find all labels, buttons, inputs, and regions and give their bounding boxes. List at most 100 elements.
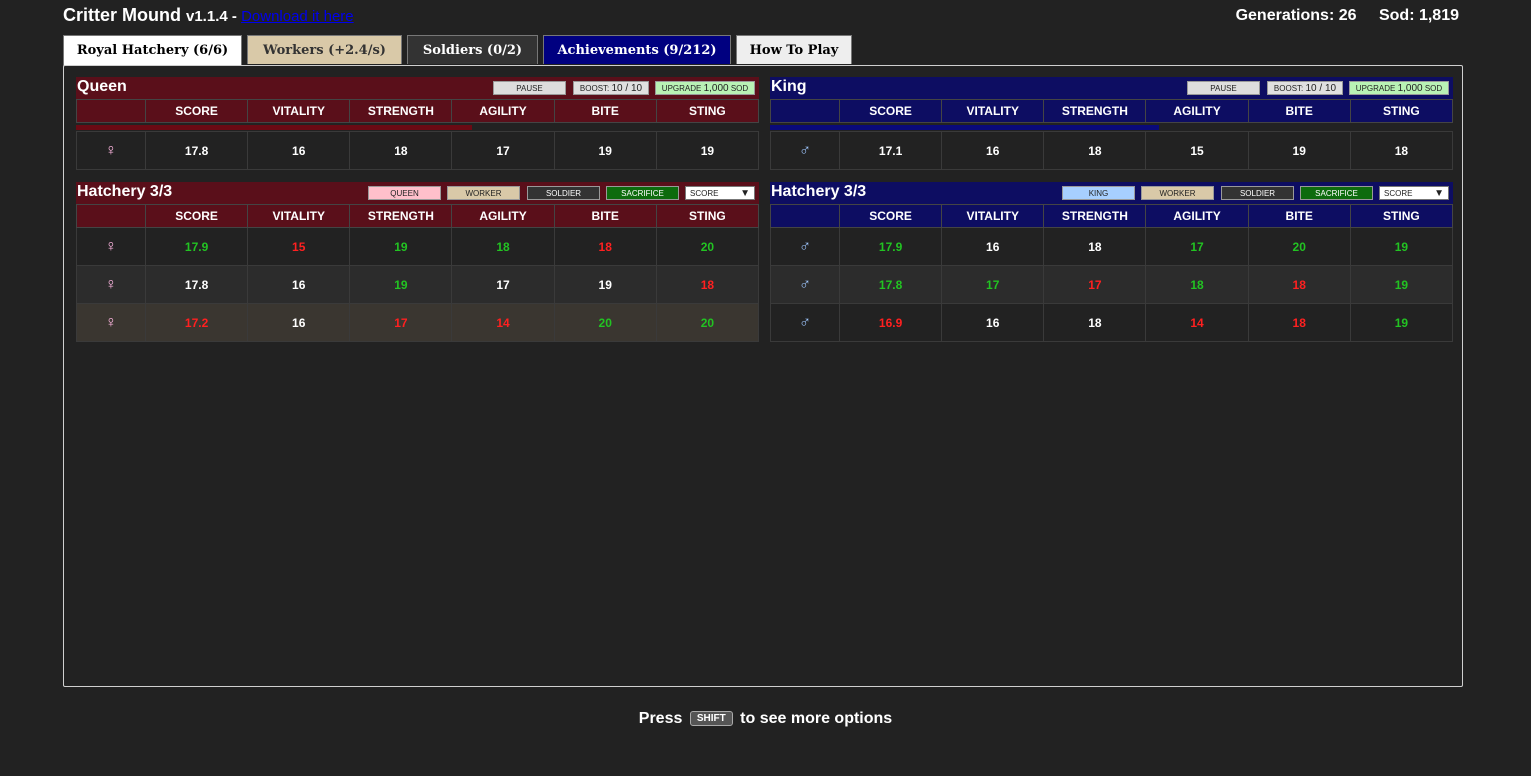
female-sacrifice-button[interactable]: SACRIFICE [606, 186, 679, 200]
male-hatchery-table: SCORE VITALITY STRENGTH AGILITY BITE STING ♂ 1… [770, 204, 1454, 342]
column-header-bite[interactable]: BITE [553, 99, 657, 123]
male-hatchery-header: Hatchery 3/3 KING WORKER SOLDIER SACRIFI… [770, 182, 1453, 204]
app-name: Critter Mound [63, 5, 181, 25]
sod-count: Sod: 1,819 [1378, 7, 1459, 24]
stat-score: 17.1 [838, 131, 943, 170]
resource-stats: Generations: 26 Sod: 1,819 [1218, 7, 1459, 25]
gender-cell: ♀ [76, 227, 146, 266]
column-header-agility[interactable]: AGILITY [1145, 204, 1249, 228]
hatchery-row[interactable]: ♀ 17.9 15 19 18 18 20 [76, 227, 760, 266]
column-header-vitality[interactable]: VITALITY [941, 99, 1045, 123]
column-header-strength[interactable]: STRENGTH [1043, 204, 1147, 228]
tab-how-to-play[interactable]: How To Play [736, 35, 852, 64]
column-header-blank [770, 204, 840, 228]
column-header-vitality[interactable]: VITALITY [247, 99, 351, 123]
queen-title: Queen [77, 78, 127, 95]
column-header-blank [770, 99, 840, 123]
column-header-agility[interactable]: AGILITY [451, 99, 555, 123]
column-header-bite[interactable]: BITE [1247, 204, 1351, 228]
stat-strength: 17 [349, 303, 453, 342]
queen-row-table: ♀ 17.8 16 18 17 19 19 [76, 131, 760, 170]
column-header-sting[interactable]: STING [655, 204, 760, 228]
stat-vitality: 16 [247, 265, 351, 304]
male-sort-select[interactable]: SCORE ▼ [1379, 186, 1449, 200]
stat-vitality: 15 [247, 227, 351, 266]
stat-score: 17.2 [144, 303, 249, 342]
column-header-score[interactable]: SCORE [838, 99, 943, 123]
king-title: King [771, 78, 807, 95]
stat-strength: 18 [1043, 131, 1147, 170]
female-symbol-icon: ♀ [105, 141, 117, 159]
female-move-to-soldier-button[interactable]: SOLDIER [527, 186, 600, 200]
female-symbol-icon: ♀ [105, 275, 117, 293]
male-hatchery-title: Hatchery 3/3 [771, 183, 867, 200]
column-header-strength[interactable]: STRENGTH [349, 204, 453, 228]
move-to-queen-button[interactable]: QUEEN [368, 186, 441, 200]
stat-bite: 19 [553, 131, 657, 170]
column-header-score[interactable]: SCORE [144, 204, 249, 228]
stat-score: 17.8 [144, 131, 249, 170]
stat-sting: 19 [1349, 303, 1454, 342]
hatchery-row[interactable]: ♀ 17.8 16 19 17 19 18 [76, 265, 760, 304]
king-stats-table: SCORE VITALITY STRENGTH AGILITY BITE STING [770, 99, 1454, 123]
column-header-score[interactable]: SCORE [144, 99, 249, 123]
king-upgrade-button[interactable]: UPGRADE 1,000 SOD [1349, 81, 1449, 95]
column-header-sting[interactable]: STING [655, 99, 760, 123]
gender-cell: ♂ [770, 131, 840, 170]
chevron-down-icon: ▼ [740, 188, 750, 199]
column-header-score[interactable]: SCORE [838, 204, 943, 228]
queen-row[interactable]: ♀ 17.8 16 18 17 19 19 [76, 131, 760, 170]
queen-pause-button[interactable]: PAUSE [493, 81, 566, 95]
stat-vitality: 16 [247, 303, 351, 342]
column-header-sting[interactable]: STING [1349, 204, 1454, 228]
male-symbol-icon: ♂ [799, 313, 811, 331]
male-sacrifice-button[interactable]: SACRIFICE [1300, 186, 1373, 200]
download-link[interactable]: Download it here [241, 8, 354, 25]
hatchery-row[interactable]: ♂ 17.9 16 18 17 20 19 [770, 227, 1454, 266]
hatchery-row[interactable]: ♀ 17.2 16 17 14 20 20 [76, 303, 760, 342]
king-progress-fill [770, 125, 1160, 130]
queen-boost-button[interactable]: BOOST: 10 / 10 [573, 81, 649, 95]
male-move-to-worker-button[interactable]: WORKER [1141, 186, 1214, 200]
generations-count: Generations: 26 [1235, 7, 1357, 24]
hatchery-row[interactable]: ♂ 16.9 16 18 14 18 19 [770, 303, 1454, 342]
column-header-vitality[interactable]: VITALITY [247, 204, 351, 228]
king-row[interactable]: ♂ 17.1 16 18 15 19 18 [770, 131, 1454, 170]
stat-sting: 18 [1349, 131, 1454, 170]
column-header-bite[interactable]: BITE [553, 204, 657, 228]
male-symbol-icon: ♂ [799, 141, 811, 159]
stat-bite: 20 [1247, 227, 1351, 266]
male-move-to-soldier-button[interactable]: SOLDIER [1221, 186, 1294, 200]
stat-vitality: 16 [941, 227, 1045, 266]
column-header-vitality[interactable]: VITALITY [941, 204, 1045, 228]
stat-score: 16.9 [838, 303, 943, 342]
queen-upgrade-button[interactable]: UPGRADE 1,000 SOD [655, 81, 755, 95]
king-boost-button[interactable]: BOOST: 10 / 10 [1267, 81, 1343, 95]
column-header-agility[interactable]: AGILITY [1145, 99, 1249, 123]
stat-sting: 19 [1349, 227, 1454, 266]
column-header-bite[interactable]: BITE [1247, 99, 1351, 123]
stat-agility: 18 [451, 227, 555, 266]
stat-strength: 18 [1043, 303, 1147, 342]
column-header-sting[interactable]: STING [1349, 99, 1454, 123]
move-to-king-button[interactable]: KING [1062, 186, 1135, 200]
king-pause-button[interactable]: PAUSE [1187, 81, 1260, 95]
column-header-agility[interactable]: AGILITY [451, 204, 555, 228]
column-header-blank [76, 204, 146, 228]
gender-cell: ♂ [770, 227, 840, 266]
column-header-strength[interactable]: STRENGTH [1043, 99, 1147, 123]
stat-sting: 19 [1349, 265, 1454, 304]
stat-strength: 17 [1043, 265, 1147, 304]
tab-soldiers[interactable]: Soldiers (0/2) [407, 35, 538, 64]
tab-workers[interactable]: Workers (+2.4/s) [247, 35, 402, 64]
footer-hint: Press SHIFT to see more options [0, 710, 1531, 728]
tab-royal-hatchery[interactable]: Royal Hatchery (6/6) [63, 35, 242, 66]
tab-achievements[interactable]: Achievements (9/212) [543, 35, 731, 64]
female-sort-select[interactable]: SCORE ▼ [685, 186, 755, 200]
stat-agility: 14 [1145, 303, 1249, 342]
column-header-strength[interactable]: STRENGTH [349, 99, 453, 123]
male-symbol-icon: ♂ [799, 275, 811, 293]
footer-rest: to see more options [740, 710, 893, 727]
hatchery-row[interactable]: ♂ 17.8 17 17 18 18 19 [770, 265, 1454, 304]
female-move-to-worker-button[interactable]: WORKER [447, 186, 520, 200]
